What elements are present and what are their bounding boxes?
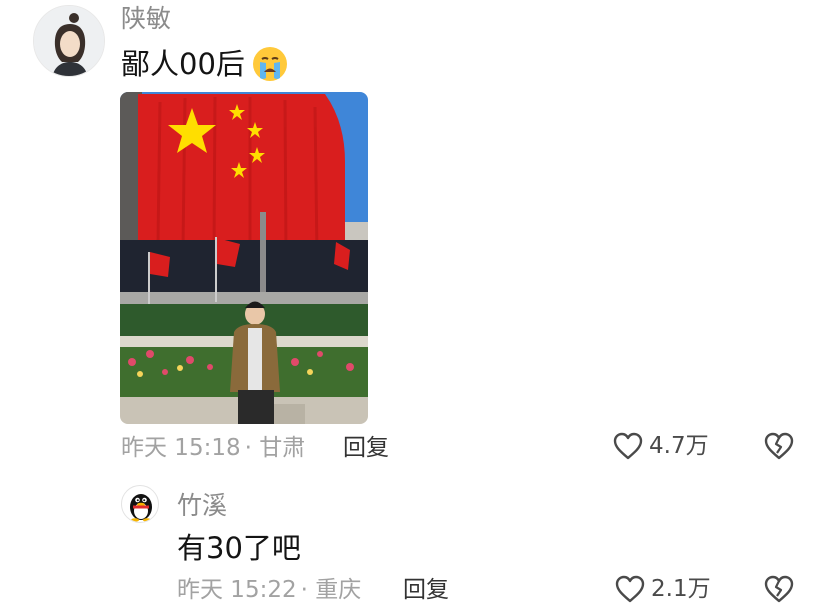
reply-like-count: 2.1万 — [651, 576, 711, 602]
comment-time: 昨天 15:18 — [121, 435, 241, 461]
comment-reply-button[interactable]: 回复 — [343, 433, 389, 463]
comment-username[interactable]: 陕敏 — [121, 4, 171, 34]
comment-like-count: 4.7万 — [649, 433, 709, 459]
comment-text: 鄙人00后 — [121, 47, 245, 81]
reply-location: · 重庆 — [300, 577, 362, 603]
comment-like-button[interactable]: 4.7万 — [612, 431, 709, 461]
reply-text: 有30了吧 — [177, 531, 301, 565]
avatar[interactable] — [33, 5, 105, 77]
broken-heart-icon[interactable] — [763, 574, 795, 604]
comment-body: 鄙人00后 — [121, 45, 289, 83]
reply-username[interactable]: 竹溪 — [177, 491, 227, 521]
crying-face-icon — [251, 45, 289, 83]
reply-reply-button[interactable]: 回复 — [403, 575, 449, 605]
broken-heart-icon[interactable] — [763, 431, 795, 461]
photo-flag-building-portrait — [120, 92, 368, 424]
reply-like-button[interactable]: 2.1万 — [614, 574, 711, 604]
reply-time: 昨天 15:22 — [177, 577, 297, 603]
heart-icon — [614, 574, 646, 604]
reply-avatar[interactable] — [121, 485, 159, 523]
avatar-illustration — [34, 6, 104, 76]
comment-location: · 甘肃 — [244, 435, 306, 461]
penguin-icon — [130, 494, 152, 522]
comment-photo[interactable] — [120, 92, 368, 424]
comment-meta: 昨天 15:18 · 甘肃 — [121, 433, 305, 463]
heart-icon — [612, 431, 644, 461]
reply-meta: 昨天 15:22 · 重庆 — [177, 575, 361, 605]
